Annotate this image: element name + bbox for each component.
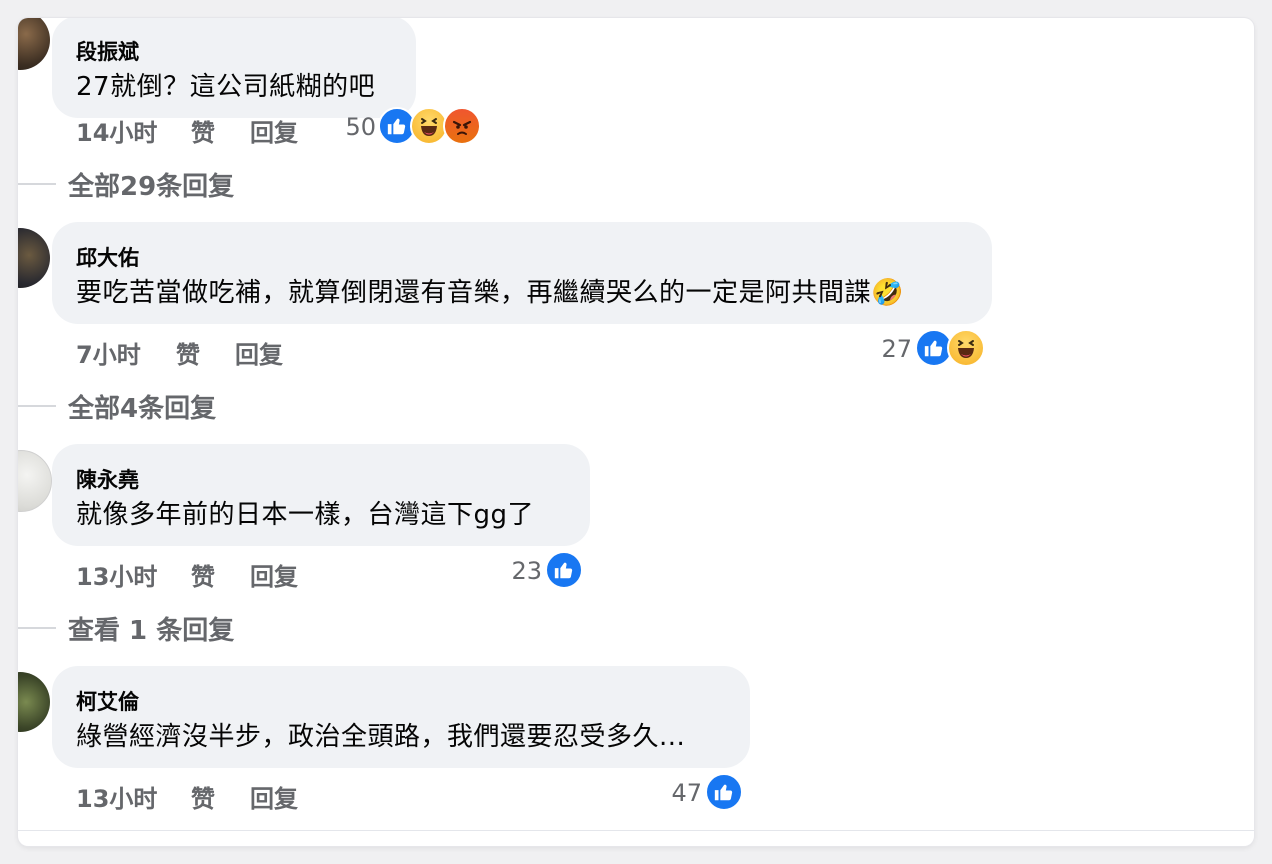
reply-button[interactable]: 回复: [250, 557, 298, 592]
commenter-avatar[interactable]: [18, 672, 50, 732]
comments-panel: 段振斌 27就倒？這公司紙糊的吧 14小时 赞 回复 50 全部29条回复 邱大…: [18, 18, 1254, 846]
like-reaction-icon: [705, 773, 743, 811]
commenter-avatar[interactable]: [18, 450, 52, 512]
reaction-count[interactable]: 23: [506, 557, 542, 585]
like-button[interactable]: 赞: [191, 557, 215, 592]
reaction-count[interactable]: 47: [666, 779, 702, 807]
reply-button[interactable]: 回复: [250, 779, 298, 814]
comment-bubble: 段振斌 27就倒？這公司紙糊的吧: [52, 18, 416, 118]
reply-button[interactable]: 回复: [235, 335, 283, 370]
reply-button[interactable]: 回复: [250, 113, 298, 148]
comment-author[interactable]: 邱大佑: [76, 242, 139, 272]
comment-time[interactable]: 7小时: [76, 335, 141, 370]
commenter-avatar[interactable]: [18, 18, 50, 70]
like-reaction-icon: [545, 551, 583, 589]
comment-author[interactable]: 柯艾倫: [76, 686, 139, 716]
comment-bubble: 柯艾倫 綠營經濟沒半步，政治全頭路，我們還要忍受多久...: [52, 666, 750, 768]
comment-text: 要吃苦當做吃補，就算倒閉還有音樂，再繼續哭么的一定是阿共間諜🤣: [76, 278, 904, 308]
comment-time[interactable]: 14小时: [76, 113, 157, 148]
comment-time[interactable]: 13小时: [76, 557, 157, 592]
view-replies-link[interactable]: 全部4条回复: [68, 388, 216, 425]
comment-text: 就像多年前的日本一樣，台灣這下gg了: [76, 500, 535, 530]
comment-text: 綠營經濟沒半步，政治全頭路，我們還要忍受多久...: [76, 722, 686, 752]
comment-author[interactable]: 段振斌: [76, 36, 139, 66]
thread-connector: [18, 183, 56, 185]
view-replies-link[interactable]: 查看 1 条回复: [68, 610, 234, 647]
commenter-avatar[interactable]: [18, 228, 50, 288]
divider: [18, 830, 1254, 831]
like-button[interactable]: 赞: [191, 779, 215, 814]
haha-reaction-icon: [947, 329, 985, 367]
angry-reaction-icon: [443, 107, 481, 145]
like-button[interactable]: 赞: [176, 335, 200, 370]
comment-author[interactable]: 陳永堯: [76, 464, 139, 494]
reaction-count[interactable]: 50: [338, 113, 376, 141]
comment-text: 27就倒？這公司紙糊的吧: [76, 72, 376, 102]
view-replies-link[interactable]: 全部29条回复: [68, 166, 234, 203]
thread-connector: [18, 627, 56, 629]
comment-bubble: 邱大佑 要吃苦當做吃補，就算倒閉還有音樂，再繼續哭么的一定是阿共間諜🤣: [52, 222, 992, 324]
reaction-count[interactable]: 27: [876, 335, 912, 363]
comment-time[interactable]: 13小时: [76, 779, 157, 814]
thread-connector: [18, 405, 56, 407]
comment-bubble: 陳永堯 就像多年前的日本一樣，台灣這下gg了: [52, 444, 590, 546]
like-button[interactable]: 赞: [191, 113, 215, 148]
